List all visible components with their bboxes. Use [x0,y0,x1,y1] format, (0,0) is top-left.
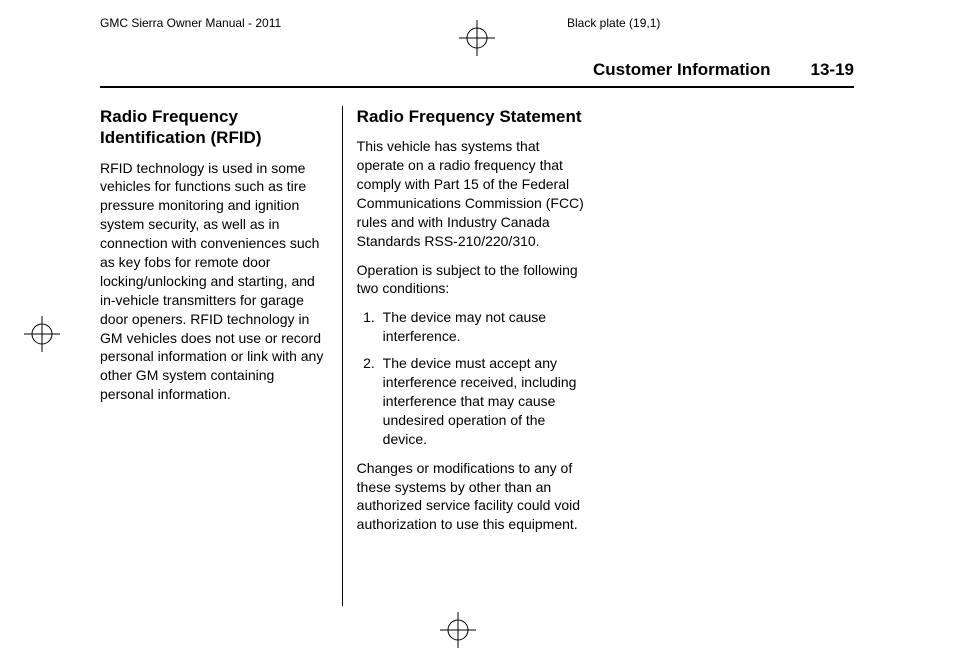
rf-statement-para-2: Operation is subject to the following tw… [357,261,585,299]
page-header-rule: Customer Information 13-19 [100,60,854,88]
rf-statement-para-1: This vehicle has systems that operate on… [357,137,585,250]
registration-mark-left-icon [24,316,60,352]
page-number: 13-19 [811,60,854,80]
rfid-paragraph: RFID technology is used in some vehicles… [100,159,328,405]
rf-condition-1: The device may not cause interference. [379,308,585,346]
rfid-heading: Radio Frequency Identification (RFID) [100,106,328,149]
print-header-left: GMC Sierra Owner Manual - 2011 [100,16,387,30]
column-1: Radio Frequency Identification (RFID) RF… [100,106,342,606]
rf-conditions-list: The device may not cause interference. T… [357,308,585,448]
page-content: Customer Information 13-19 Radio Frequen… [0,30,954,606]
column-2: Radio Frequency Statement This vehicle h… [342,106,599,606]
print-header-right: Black plate (19,1) [387,16,854,30]
section-name: Customer Information [593,60,771,80]
columns: Radio Frequency Identification (RFID) RF… [100,106,854,606]
rf-statement-para-3: Changes or modifications to any of these… [357,459,585,535]
rf-statement-heading: Radio Frequency Statement [357,106,585,127]
registration-mark-bottom-icon [440,612,476,648]
rf-condition-2: The device must accept any interference … [379,354,585,448]
registration-mark-top-icon [459,20,495,56]
column-3 [598,106,854,606]
